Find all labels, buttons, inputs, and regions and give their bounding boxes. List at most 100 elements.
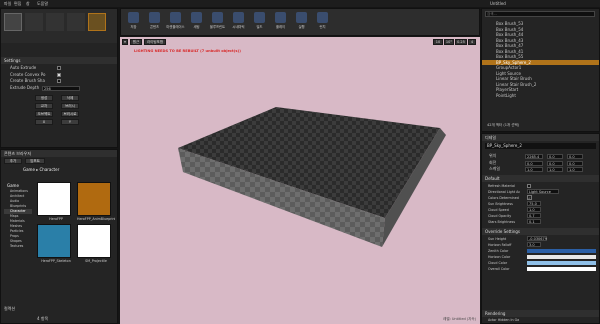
asset-tile[interactable]: HeroFPP <box>37 182 75 221</box>
zenith-color-swatch[interactable] <box>527 248 596 253</box>
refresh-material-checkbox[interactable] <box>527 183 531 188</box>
extrude-depth-input[interactable]: 256 <box>42 85 80 91</box>
override-row: Overall Color <box>485 266 596 272</box>
camera-speed-button[interactable]: 4 <box>468 39 476 45</box>
scale-z[interactable]: 1.0 <box>567 167 583 172</box>
path-character[interactable]: Character <box>39 167 59 172</box>
place-mode-icon[interactable] <box>4 13 22 31</box>
create-brush-checkbox[interactable] <box>57 79 61 83</box>
mode-icons <box>1 9 117 43</box>
sun-height-input[interactable]: -0.030679 <box>527 235 547 241</box>
scale-snap-button[interactable]: 0.25 <box>455 39 467 45</box>
menu-window[interactable]: 창 <box>26 1 30 7</box>
launch-game-button[interactable]: 실행 <box>291 9 312 35</box>
rendering-section-header[interactable]: Rendering <box>482 310 599 317</box>
outliner-search[interactable]: 검색... <box>485 11 595 17</box>
cloud-speed-input[interactable]: 1.0 <box>527 206 541 212</box>
asset-tile[interactable]: SM_Projectile <box>77 224 115 263</box>
marketplace-icon <box>170 12 181 23</box>
main-toolbar: 저장 콘텐츠 마켓플레이스 세팅 블루프린트 시네마틱 빌드 플레이 실행 런치 <box>120 8 480 36</box>
default-section-header[interactable]: Default <box>482 174 599 182</box>
cinematics-button[interactable]: 시네마틱 <box>228 9 249 35</box>
landscape-mode-icon[interactable] <box>46 13 64 31</box>
overall-color-swatch[interactable] <box>527 266 596 271</box>
rotation-z[interactable]: 0.0 <box>567 160 583 166</box>
settings-button[interactable]: 세팅 <box>186 9 207 35</box>
asset-tile[interactable]: HeroFPP_AnimBlueprint <box>77 182 115 221</box>
viewport-scene <box>178 107 446 247</box>
tree-item[interactable]: Textures <box>4 244 32 249</box>
cb-path: Game ▸ Character <box>23 167 60 172</box>
geometry-settings-header: Settings <box>1 57 117 64</box>
window-title: Untitled <box>490 1 506 6</box>
rendering-row: Actor Hidden In Ga <box>488 318 520 322</box>
gamepad-icon <box>296 12 307 23</box>
sun-brightness-input[interactable]: 75.0 <box>527 200 541 206</box>
to-brush-button[interactable]: 브러시로 <box>61 111 79 117</box>
rotation-x[interactable]: 0.0 <box>525 160 543 166</box>
foliage-mode-icon[interactable] <box>67 13 85 31</box>
play-icon <box>275 12 286 23</box>
menu-file[interactable]: 파일 <box>4 1 11 7</box>
collections-bar[interactable]: 컬렉션 <box>4 306 15 312</box>
location-x[interactable]: 2265.4 <box>525 154 543 159</box>
override-section: Sun Height -0.030679 Horizon Falloff 3.0 Z… <box>482 235 599 273</box>
launch-button[interactable]: 런치 <box>312 9 333 35</box>
menu-edit[interactable]: 편집 <box>14 1 21 7</box>
content-button[interactable]: 콘텐츠 <box>144 9 165 35</box>
add-button[interactable]: 추가 <box>4 158 22 164</box>
asset-grid: HeroFPP HeroFPP_AnimBlueprint HeroFPP_Sk… <box>37 182 115 263</box>
delete-button[interactable]: 삭제 <box>61 95 79 101</box>
viewport[interactable]: ▾ 원근 라이팅포함 LIGHTING NEEDS TO BE REBUILT … <box>120 37 480 324</box>
cloud-opacity-input[interactable]: 0.7 <box>527 212 541 218</box>
import-button[interactable]: 임포트 <box>25 158 45 164</box>
lighting-warning: LIGHTING NEEDS TO BE REBUILT (7 unbuilt … <box>134 49 241 53</box>
grid-snap-button[interactable]: 10 <box>433 39 443 45</box>
default-section: Refresh Material Directional Light Ac Lig… <box>482 182 599 226</box>
location-z[interactable]: 0.0 <box>567 154 583 159</box>
play-button[interactable]: 플레이 <box>270 9 291 35</box>
override-section-header[interactable]: Override Settings <box>482 227 599 235</box>
flip-x-button[interactable]: X <box>35 119 53 125</box>
rotation-y[interactable]: 0.0 <box>547 160 563 166</box>
scale-row: 스케일 1.0 1.0 1.0 <box>485 166 596 173</box>
scale-y[interactable]: 1.0 <box>547 167 563 172</box>
save-button[interactable]: 저장 <box>123 9 144 35</box>
menu-help[interactable]: 도움말 <box>37 1 48 7</box>
horizon-color-swatch[interactable] <box>527 254 596 259</box>
asset-tile[interactable]: HeroFPP_Skeleton <box>37 224 75 263</box>
brush-button[interactable]: 브러시 <box>61 103 79 109</box>
path-game[interactable]: Game <box>23 167 35 172</box>
marketplace-button[interactable]: 마켓플레이스 <box>165 9 186 35</box>
details-tab[interactable]: 디테일 <box>482 134 599 141</box>
lit-button[interactable]: 라이팅포함 <box>144 39 166 45</box>
extrude-depth-row: Extrude Depth 256 <box>4 85 114 92</box>
auto-extrude-checkbox[interactable] <box>57 66 61 70</box>
rotation-snap-button[interactable]: 10° <box>444 39 454 45</box>
perspective-button[interactable]: 원근 <box>130 39 142 45</box>
viewport-menu-button[interactable]: ▾ <box>122 39 128 45</box>
location-y[interactable]: 0.0 <box>547 154 563 159</box>
geometry-mode-icon[interactable] <box>88 13 106 31</box>
gear-icon <box>191 12 202 23</box>
object-button[interactable]: 오브젝트 <box>35 111 53 117</box>
flip-y-button[interactable]: Y <box>61 119 79 125</box>
colors-determined-checkbox[interactable]: ✓ <box>527 194 532 200</box>
create-button[interactable]: 생성 <box>35 95 53 101</box>
stars-brightness-input[interactable]: 0.1 <box>527 218 541 224</box>
details-object-name[interactable]: BP_Sky_Sphere_2 <box>485 143 596 149</box>
content-browser-tab[interactable]: 콘텐츠 브라우저 <box>1 150 117 157</box>
outliner-item[interactable]: PointLight <box>482 93 599 99</box>
directional-light-select[interactable]: Light Source <box>527 188 559 194</box>
paint-mode-icon[interactable] <box>25 13 43 31</box>
outliner-list: Box Brush_53 Box Brush_54 Box Brush_44 B… <box>482 19 599 98</box>
create-convex-checkbox[interactable] <box>57 72 61 77</box>
scale-x[interactable]: 1.0 <box>525 167 543 172</box>
build-button[interactable]: 빌드 <box>249 9 270 35</box>
intersect-button[interactable]: 교차 <box>35 103 53 109</box>
modes-panel: Settings Auto Extrude Create Convex Po C… <box>0 8 118 148</box>
level-label: 레벨: Untitled (지속) <box>443 317 476 321</box>
horizon-falloff-input[interactable]: 3.0 <box>527 241 541 247</box>
blueprints-button[interactable]: 블루프린트 <box>207 9 228 35</box>
cloud-color-swatch[interactable] <box>527 260 596 265</box>
